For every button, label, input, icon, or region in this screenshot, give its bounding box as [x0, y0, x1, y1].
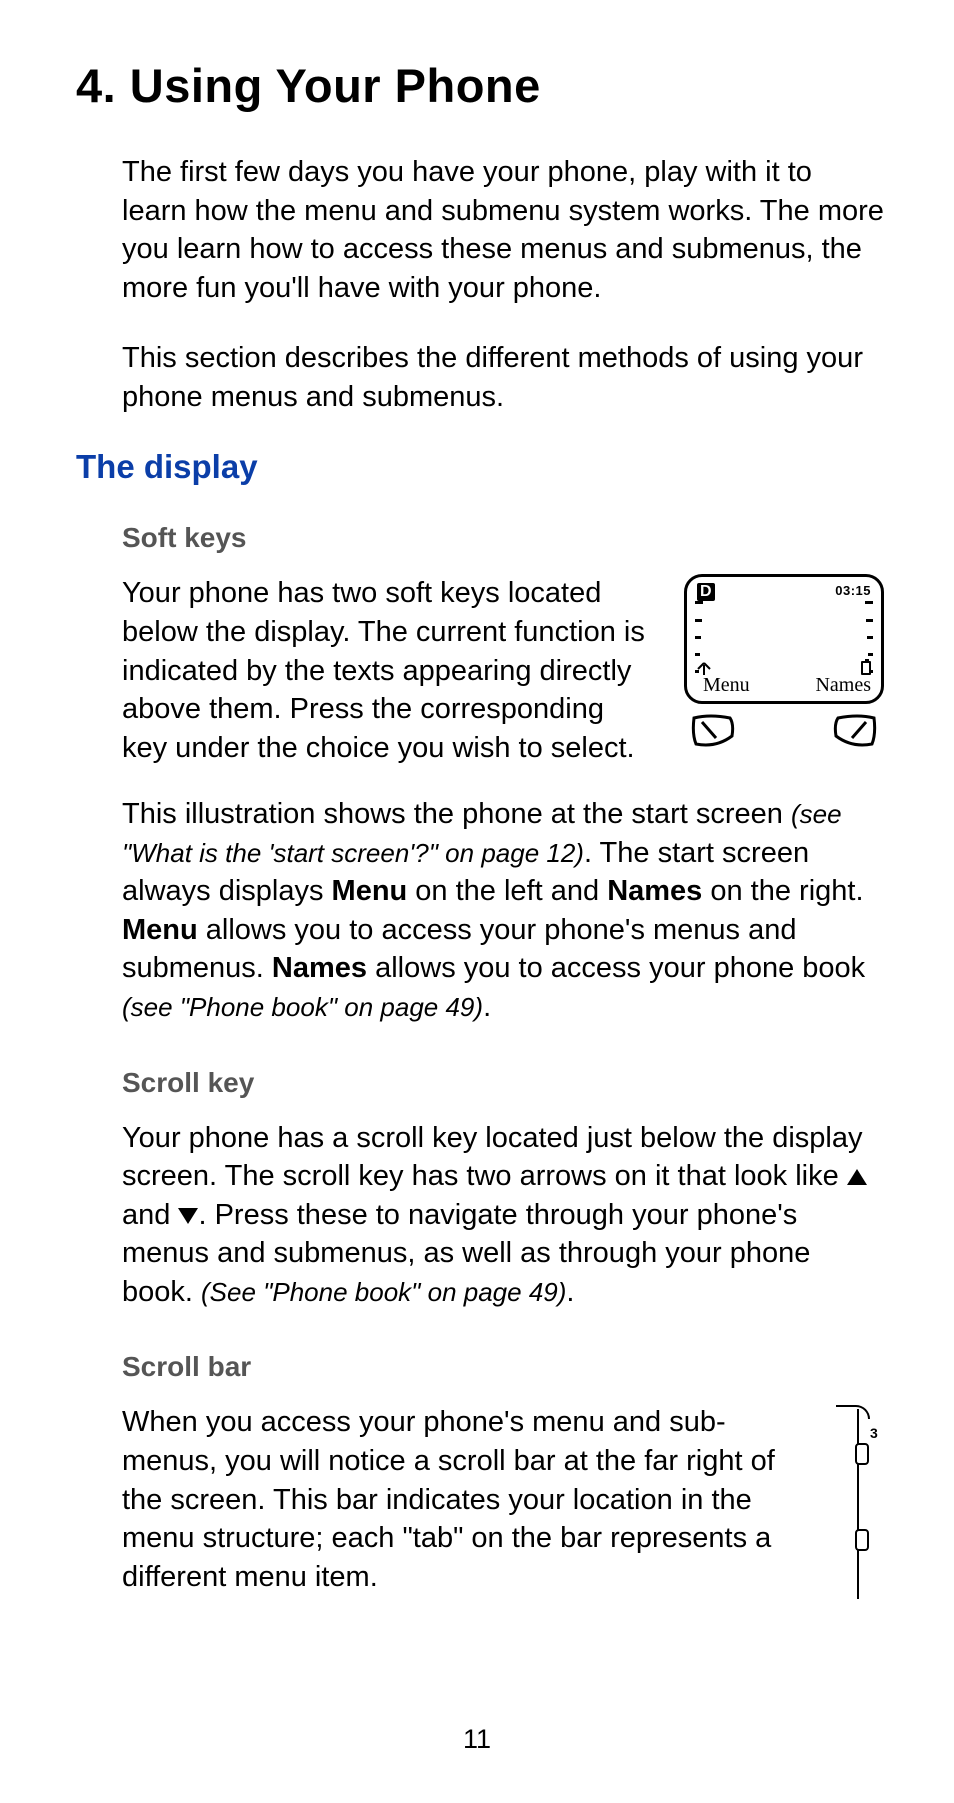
scrollbar-top-curve-icon: [836, 1405, 870, 1419]
bold-menu: Menu: [332, 875, 408, 907]
text-run: on the left and: [407, 875, 607, 907]
scrollbar-illustration: 3: [828, 1409, 884, 1599]
battery-icon: [861, 661, 871, 675]
text-run: Your phone has a scroll key located just…: [122, 1122, 863, 1193]
arrow-up-icon: [847, 1169, 867, 1185]
subheading-scroll-bar: Scroll bar: [122, 1351, 884, 1383]
section-heading-display: The display: [76, 448, 884, 486]
bold-names-2: Names: [272, 952, 367, 984]
left-softkey-icon: [690, 714, 736, 748]
subheading-scroll-key: Scroll key: [122, 1067, 884, 1099]
scrollbar-row: When you access your phone's menu and su…: [122, 1403, 884, 1599]
text-run: This illustration shows the phone at the…: [122, 798, 791, 830]
softkey-labels-row: Menu Names: [703, 674, 871, 697]
softkeys-paragraph-1: Your phone has two soft keys located bel…: [122, 574, 654, 767]
right-softkey-icon: [832, 714, 878, 748]
service-indicator-icon: D: [697, 583, 715, 601]
subheading-soft-keys: Soft keys: [122, 522, 884, 554]
cross-reference: (see "Phone book" on page 49): [122, 992, 483, 1022]
cross-reference: (See "Phone book" on page 49): [201, 1277, 566, 1307]
softkeys-paragraph-2: This illustration shows the phone at the…: [122, 795, 884, 1026]
right-softkey-label: Names: [815, 674, 871, 697]
antenna-icon: [697, 661, 711, 675]
bold-names: Names: [607, 875, 702, 907]
phone-screen-box: D 03:15 Menu Names: [684, 574, 884, 704]
phone-status-bar: D 03:15: [697, 583, 871, 601]
scrollbar-track-icon: [857, 1409, 859, 1599]
text-run: .: [483, 991, 491, 1023]
scrollbar-paragraph: When you access your phone's menu and su…: [122, 1403, 804, 1599]
scrollbar-tab-icon: [855, 1443, 869, 1465]
text-run: allows you to access your phone book: [367, 952, 865, 984]
intro-paragraph-2: This section describes the different met…: [122, 339, 884, 416]
left-softkey-label: Menu: [703, 674, 750, 697]
text-run: .: [566, 1276, 574, 1308]
softkeys-row: Your phone has two soft keys located bel…: [122, 574, 884, 767]
scrollbar-index-label: 3: [870, 1425, 878, 1441]
intro-paragraph-1: The first few days you have your phone, …: [122, 153, 884, 307]
phone-screen-illustration: D 03:15 Menu Names: [684, 574, 884, 748]
scrollbar-tab-icon: [855, 1529, 869, 1551]
text-run: and: [122, 1199, 178, 1231]
clock-label: 03:15: [835, 583, 871, 598]
page-number: 11: [0, 1724, 954, 1755]
text-run: on the right.: [702, 875, 863, 907]
page: 4. Using Your Phone The first few days y…: [0, 0, 954, 1803]
scrollkey-paragraph: Your phone has a scroll key located just…: [122, 1119, 884, 1312]
chapter-title: 4. Using Your Phone: [76, 58, 884, 113]
arrow-down-icon: [178, 1208, 198, 1224]
intro-block: The first few days you have your phone, …: [122, 153, 884, 416]
softkey-buttons-row: [684, 714, 884, 748]
bold-menu-2: Menu: [122, 914, 198, 946]
